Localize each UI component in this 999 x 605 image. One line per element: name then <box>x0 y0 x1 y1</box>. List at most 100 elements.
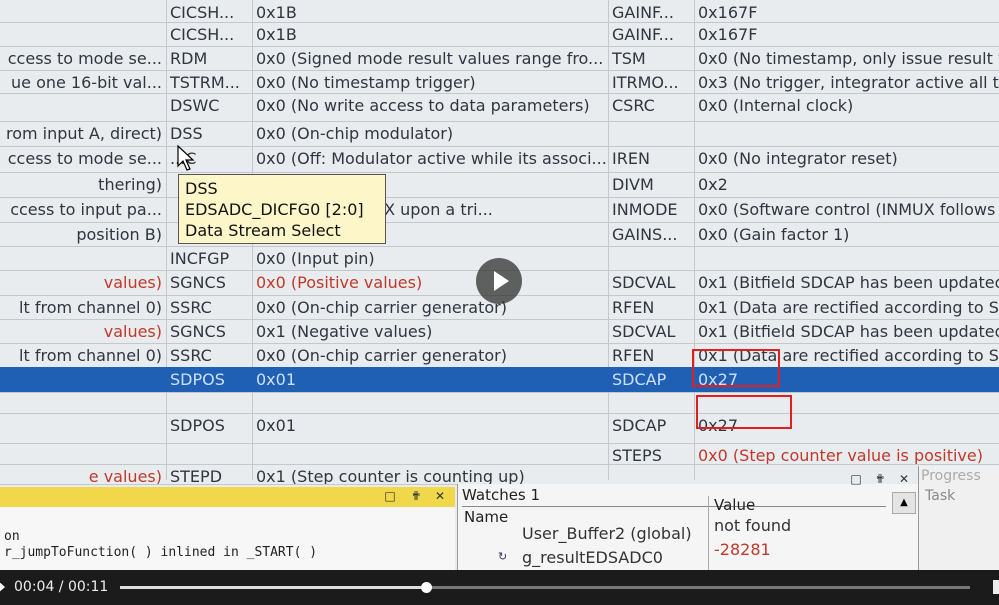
field-value-2: 0x0 (Internal clock) <box>698 96 854 115</box>
table-row[interactable]: position B) GAINS... 0x0 (Gain factor 1) <box>0 222 999 246</box>
row-context: position B) <box>76 225 162 244</box>
field-name-2: GAINF... <box>612 25 674 44</box>
table-row[interactable]: ccess to mode se... RDM 0x0 (Signed mode r… <box>0 46 999 70</box>
table-row[interactable]: CICSH... 0x1B GAINF... 0x167F <box>0 0 999 22</box>
close-icon[interactable]: ✕ <box>898 472 910 486</box>
field-value: 0x01 <box>256 370 297 389</box>
left-panel-titlebar: □ ✟ ✕ <box>0 487 455 507</box>
table-row[interactable]: lt from channel 0) SSRC 0x0 (On-chip carri… <box>0 343 999 367</box>
mouse-cursor-icon <box>177 144 195 171</box>
field-name-2: CSRC <box>612 96 655 115</box>
row-context <box>0 443 166 464</box>
field-value: 0x1 (Negative values) <box>256 322 433 341</box>
field-name-2: SDCVAL <box>612 322 676 341</box>
field-name-2: ITRMO... <box>612 73 679 92</box>
seek-handle[interactable] <box>421 582 432 593</box>
scroll-up-icon[interactable]: ▲ <box>892 492 916 514</box>
field-name: SSRC <box>170 346 212 365</box>
watch-name-1[interactable]: User_Buffer2 (global) <box>522 524 692 543</box>
field-value <box>252 443 608 464</box>
table-row[interactable]: SDPOS 0x01 SDCAP 0x27 <box>0 367 999 392</box>
play-icon[interactable] <box>0 580 5 594</box>
field-value: 0x1 (Step counter is counting up) <box>256 467 525 484</box>
field-name-2: DIVM <box>612 175 654 194</box>
row-context <box>0 22 166 46</box>
table-row[interactable]: ccess to input pa......de (load INMUX up… <box>0 197 999 222</box>
row-context: ccess to mode se... <box>7 49 162 68</box>
restore-icon[interactable]: □ <box>384 489 396 503</box>
field-value-2: 0x1 (Data are rectified according to SGN <box>698 298 999 317</box>
field-name-2: RFEN <box>612 298 655 317</box>
field-name-2: SDCVAL <box>612 273 676 292</box>
row-context: e values) <box>88 467 162 484</box>
pin-icon[interactable]: ✟ <box>874 472 886 486</box>
table-row[interactable]: SDPOS 0x01 SDCAP 0x27 <box>0 413 999 443</box>
field-name-2 <box>608 464 694 484</box>
restore-icon[interactable]: □ <box>850 472 862 486</box>
field-name-2 <box>608 246 694 270</box>
field-value-2: 0x3 (No trigger, integrator active all t… <box>698 73 999 92</box>
field-value-2: 0x0 (No timestamp, only issue result val… <box>698 49 999 68</box>
highlight-box-sdcap-2 <box>696 395 792 429</box>
table-row[interactable]: rom input A, direct) DSS 0x0 (On-chip modu… <box>0 121 999 146</box>
seek-bar[interactable] <box>120 582 970 593</box>
video-play-button[interactable] <box>476 258 522 304</box>
field-name: STEPD <box>170 467 223 484</box>
row-context: lt from channel 0) <box>19 346 162 365</box>
field-name: INCFGP <box>170 249 230 268</box>
field-value: 0x0 (On-chip carrier generator) <box>256 346 507 365</box>
watch-value-2[interactable]: -28281 <box>714 540 771 559</box>
watches-title: Watches 1 <box>462 486 541 504</box>
field-value-2: 0x0 (No integrator reset) <box>698 149 898 168</box>
refresh-icon: ↻ <box>498 550 508 563</box>
call-stack-panel: on r_jumpToFunction( ) inlined in _START… <box>0 507 455 570</box>
table-row[interactable] <box>0 392 999 413</box>
watch-value-1[interactable]: not found <box>714 516 791 535</box>
field-value-2: 0x2 <box>698 175 728 194</box>
field-name <box>166 443 252 464</box>
seek-bar-fill <box>120 586 426 589</box>
table-row[interactable]: ue one 16-bit val... TSTRM... 0x0 (No time… <box>0 70 999 93</box>
field-name-2: INMODE <box>612 200 678 219</box>
call-stack-line-2[interactable]: r_jumpToFunction( ) inlined in _START( ) <box>4 545 317 560</box>
field-value: 0x0 (Positive values) <box>256 273 423 292</box>
table-row[interactable]: STEPS 0x0 (Step counter value is positive… <box>0 443 999 464</box>
field-value <box>252 392 608 413</box>
field-name-2 <box>608 121 694 146</box>
field-value: 0x0 (Input pin) <box>256 249 375 268</box>
field-name <box>166 392 252 413</box>
column-header-name[interactable]: Name <box>464 508 508 526</box>
volume-icon[interactable] <box>993 580 999 594</box>
field-value-2: 0x1 (Bitfield SDCAP has been updated w <box>698 322 999 341</box>
row-context: values) <box>103 322 162 341</box>
table-row[interactable]: DSWC 0x0 (No write access to data paramet… <box>0 93 999 121</box>
row-context <box>0 246 166 270</box>
field-name-2: GAINF... <box>612 3 674 22</box>
tooltip-description: Data Stream Select <box>185 221 341 240</box>
field-name: CICSH... <box>170 25 235 44</box>
field-value-2 <box>694 246 999 270</box>
row-context <box>0 413 166 443</box>
field-value: 0x0 (On-chip modulator) <box>256 124 454 143</box>
table-row[interactable]: CICSH... 0x1B GAINF... 0x167F <box>0 22 999 46</box>
table-row[interactable]: values) SGNCS 0x1 (Negative values) SDCVAL 0… <box>0 319 999 343</box>
field-name: DSS <box>170 124 203 143</box>
table-row[interactable]: thering)...y)DIVM0x2 <box>0 172 999 197</box>
field-value: 0x0 (Signed mode result values range fro… <box>256 49 604 68</box>
column-header-value[interactable]: Value <box>714 496 755 514</box>
row-context <box>0 0 166 22</box>
field-name-2: GAINS... <box>612 225 678 244</box>
close-icon[interactable]: ✕ <box>434 489 446 503</box>
progress-title: Progress <box>921 468 981 484</box>
row-context: thering) <box>98 175 162 194</box>
field-name: SSRC <box>170 298 212 317</box>
field-value: 0x1B <box>256 25 297 44</box>
watch-name-2[interactable]: g_resultEDSADC0 <box>522 548 663 567</box>
table-row[interactable]: ccess to mode se......C0x0 (Off: Modulat… <box>0 146 999 172</box>
field-name: RDM <box>170 49 208 68</box>
call-stack-line-1: on <box>4 529 20 544</box>
field-name: TSTRM... <box>170 73 240 92</box>
pin-icon[interactable]: ✟ <box>410 489 422 503</box>
tooltip: DSS EDSADC_DICFG0 [2:0] Data Stream Sele… <box>178 174 386 244</box>
progress-column-task[interactable]: Task <box>925 488 955 504</box>
